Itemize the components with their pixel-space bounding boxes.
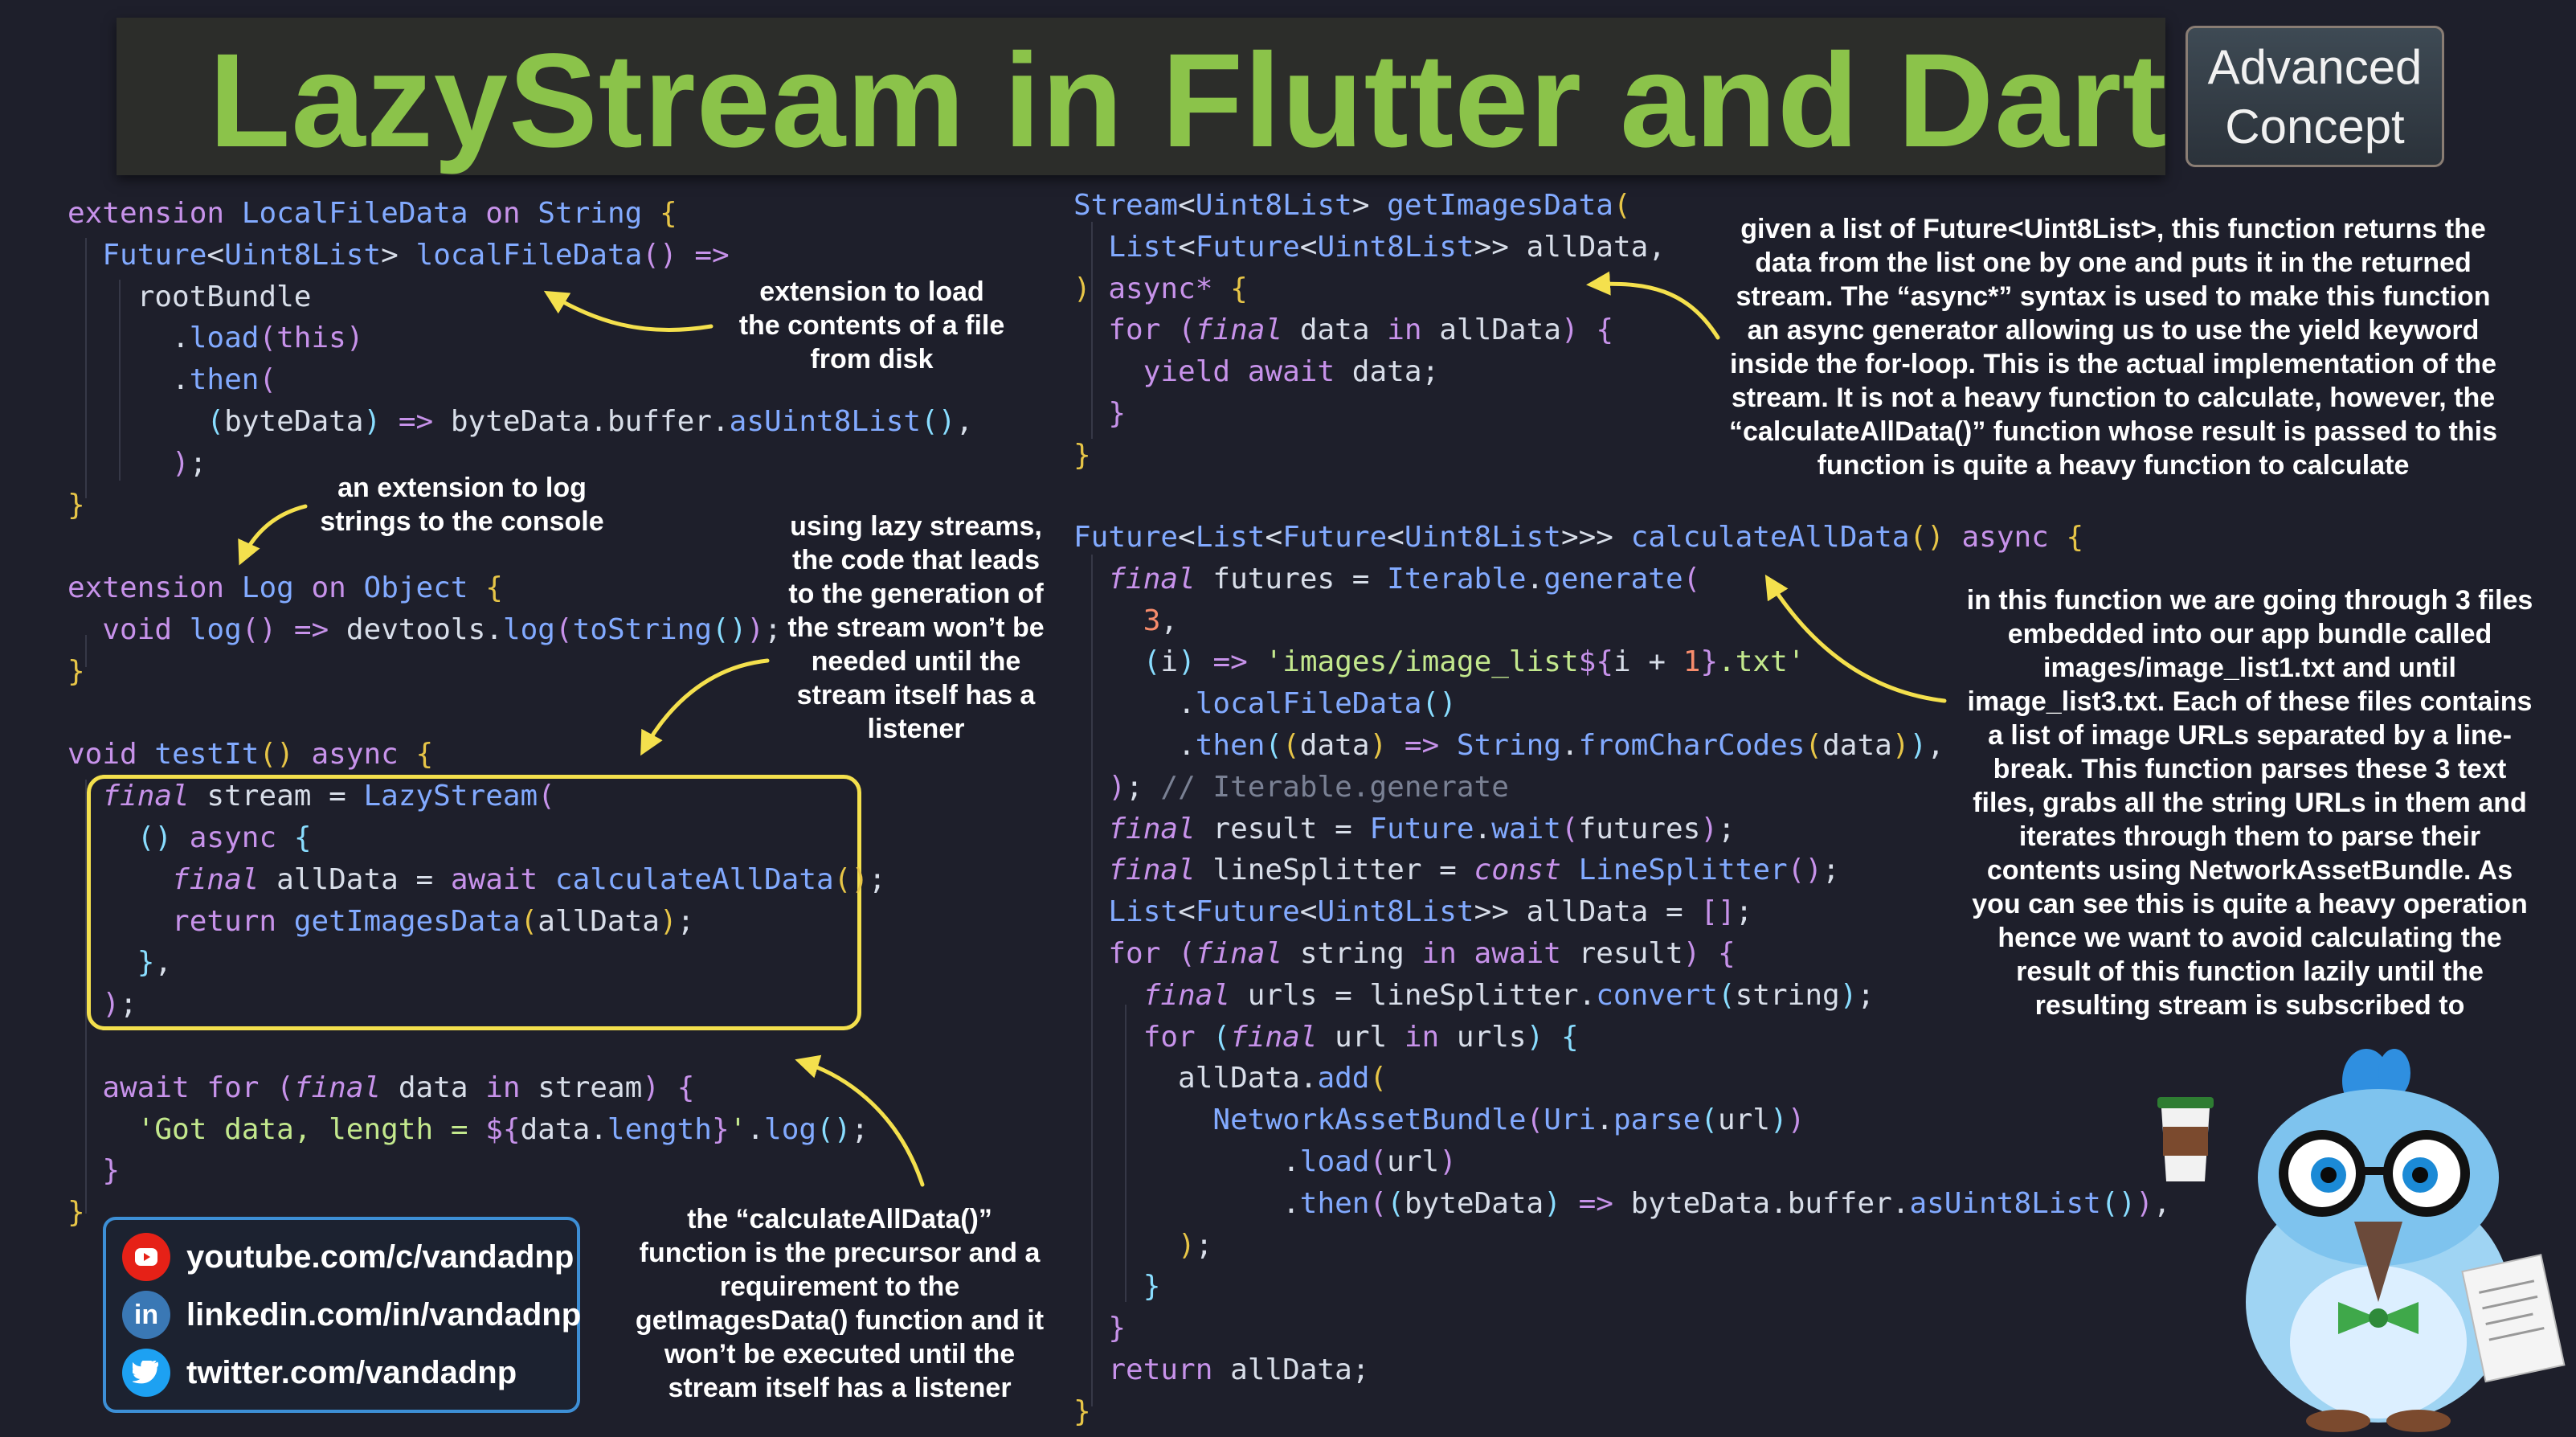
twitter-icon [122, 1349, 170, 1397]
linkedin-link-label: linkedin.com/in/vandadnp [186, 1296, 582, 1333]
linkedin-link[interactable]: in linkedin.com/in/vandadnp [122, 1289, 581, 1341]
youtube-link-label: youtube.com/c/vandadnp [186, 1238, 574, 1275]
arrow-extension-log [238, 504, 308, 566]
arrow-get-images-data [1586, 271, 1720, 340]
twitter-link-label: twitter.com/vandadnp [186, 1354, 517, 1390]
youtube-link[interactable]: youtube.com/c/vandadnp [122, 1231, 574, 1283]
arrow-calculate-precursor [795, 1054, 925, 1187]
arrow-calculate-all-data [1764, 574, 1947, 703]
mascot-bird-illustration [2157, 1049, 2566, 1432]
arrow-lazy-streams [640, 658, 770, 756]
arrow-extension-load [543, 290, 714, 332]
twitter-link[interactable]: twitter.com/vandadnp [122, 1347, 517, 1398]
coffee-cup-icon [2157, 1097, 2214, 1181]
youtube-icon [122, 1233, 170, 1281]
social-links-panel: youtube.com/c/vandadnp in linkedin.com/i… [103, 1217, 581, 1413]
linkedin-icon: in [122, 1291, 170, 1339]
